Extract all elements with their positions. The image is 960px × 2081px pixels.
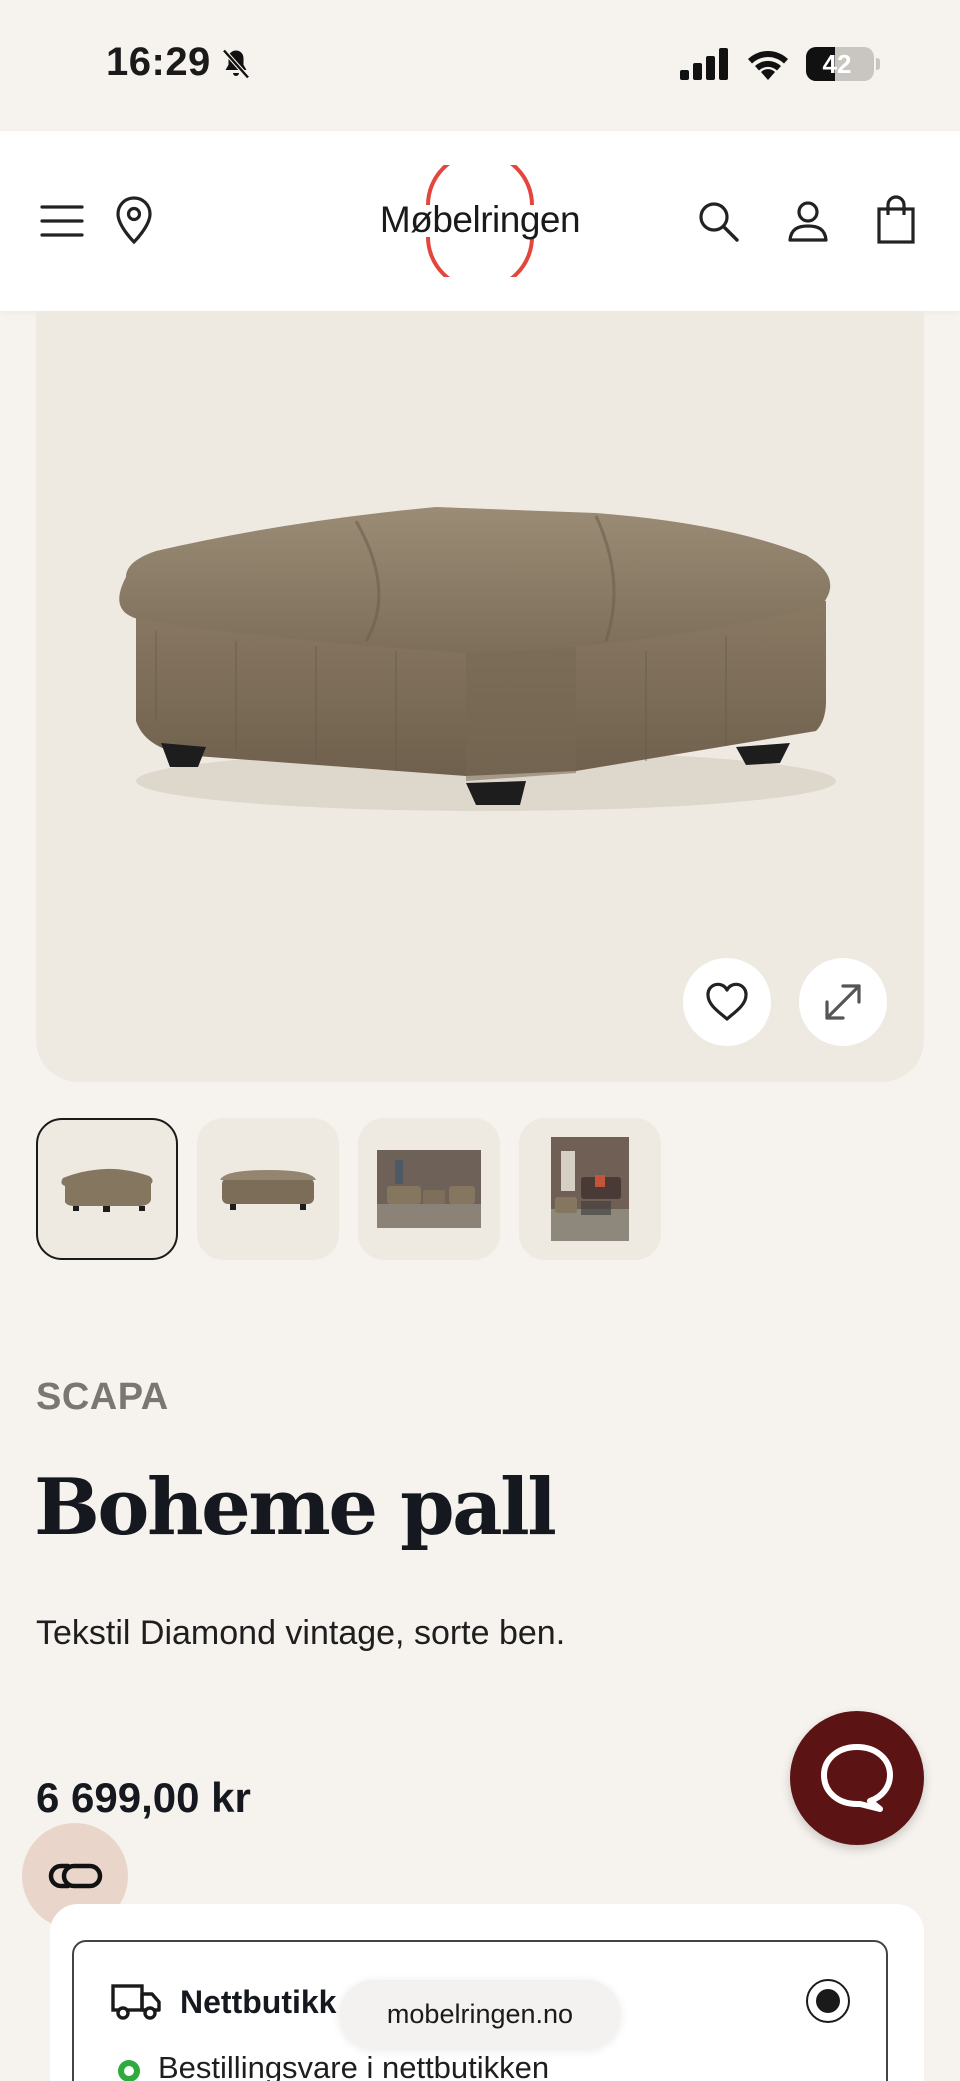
delivery-option-label: Nettbutikk <box>180 1984 337 2020</box>
thumbnail-3[interactable] <box>358 1118 500 1260</box>
logo-text: Møbelringen <box>379 199 581 240</box>
status-bar: 16:29 42 <box>0 0 960 131</box>
status-time: 16:29 <box>106 40 211 84</box>
stock-status-text: Bestillingsvare i nettbutikken <box>158 2050 550 2081</box>
expand-image-button[interactable] <box>799 958 887 1046</box>
battery-level: 42 <box>822 49 852 79</box>
site-header: Møbelringen <box>0 131 960 311</box>
chat-button[interactable] <box>790 1711 924 1845</box>
site-logo[interactable]: Møbelringen <box>370 165 590 277</box>
product-title: Boheme pall <box>34 1462 557 1553</box>
heart-icon <box>706 982 748 1021</box>
add-to-favorites-button[interactable] <box>683 958 771 1046</box>
store-location-icon[interactable] <box>114 195 154 245</box>
expand-icon <box>825 984 861 1020</box>
bell-off-icon <box>222 49 250 79</box>
thumbnail-image <box>551 1137 629 1241</box>
stock-status-icon <box>118 2060 140 2081</box>
product-brand[interactable]: SCAPA <box>36 1376 169 1419</box>
shopping-bag-icon[interactable] <box>876 195 916 245</box>
product-price: 6 699,00 kr <box>36 1774 251 1821</box>
url-text: mobelringen.no <box>386 1998 574 2029</box>
thumbnail-image <box>377 1150 481 1228</box>
wifi-icon <box>748 51 788 80</box>
delivery-option-radio[interactable] <box>806 1979 850 2023</box>
chat-bubble-icon <box>821 1744 893 1812</box>
accessibility-toggle-icon <box>48 1863 103 1889</box>
battery-indicator: 42 <box>806 47 880 81</box>
browser-url-bar[interactable]: mobelringen.no <box>340 1980 620 2048</box>
search-icon[interactable] <box>696 199 740 243</box>
thumbnail-image <box>220 1170 316 1210</box>
thumbnail-2[interactable] <box>197 1118 339 1260</box>
user-account-icon[interactable] <box>786 199 830 243</box>
menu-icon[interactable] <box>40 199 84 243</box>
thumbnail-image <box>61 1168 153 1212</box>
product-description: Tekstil Diamond vintage, sorte ben. <box>36 1614 566 1652</box>
product-image-gallery[interactable] <box>36 311 924 1082</box>
radio-selected-dot <box>816 1989 840 2013</box>
product-image <box>119 507 836 811</box>
thumbnail-4[interactable] <box>519 1118 661 1260</box>
thumbnail-1[interactable] <box>36 1118 178 1260</box>
signal-icon <box>680 48 728 80</box>
truck-icon <box>111 1984 161 2020</box>
